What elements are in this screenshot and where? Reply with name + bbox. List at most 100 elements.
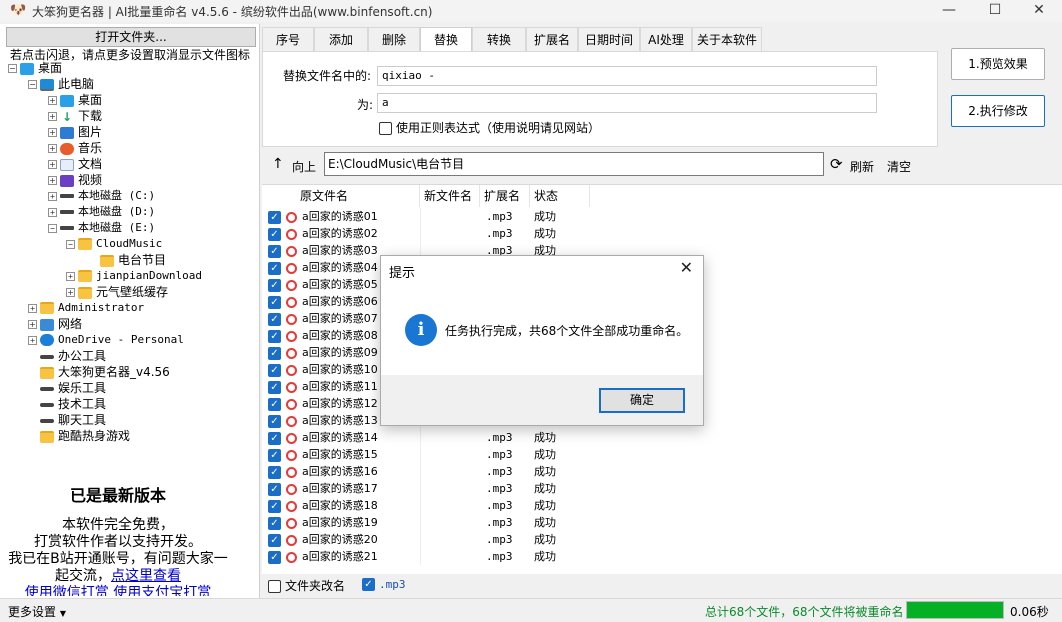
table-row[interactable]: ✓ a回家的诱惑16 .mp3 成功 <box>262 463 1062 480</box>
tree-item-pc-desktop[interactable]: + 桌面 <box>48 92 102 108</box>
tab-extension[interactable]: 扩展名 <box>526 27 578 51</box>
arrow-up-icon[interactable]: ↑ <box>272 156 284 172</box>
column-header-new[interactable]: 新文件名 <box>420 185 480 207</box>
row-checkbox[interactable]: ✓ <box>268 278 281 292</box>
column-header-status[interactable]: 状态 <box>530 185 590 207</box>
tree-item-cloudmusic[interactable]: − CloudMusic <box>66 236 162 252</box>
expand-icon[interactable]: + <box>28 303 37 313</box>
collapse-icon[interactable]: − <box>28 80 37 89</box>
expand-icon[interactable]: + <box>28 335 37 345</box>
row-checkbox[interactable]: ✓ <box>268 380 281 394</box>
maximize-button[interactable]: ☐ <box>972 0 1018 22</box>
tree-item-drive-d[interactable]: + 本地磁盘 (D:) <box>48 204 155 220</box>
ext-filter-checkbox[interactable]: ✓ <box>362 578 375 591</box>
row-checkbox[interactable]: ✓ <box>268 465 281 479</box>
ext-filter-option[interactable]: ✓ .mp3 <box>362 577 406 591</box>
replace-to-input[interactable]: a <box>377 93 877 113</box>
tree-item-renamer[interactable]: 大笨狗更名器_v4.56 <box>28 364 170 380</box>
tree-item-wallpaper[interactable]: + 元气壁纸缓存 <box>66 284 168 300</box>
expand-icon[interactable]: + <box>48 112 57 121</box>
regex-checkbox[interactable] <box>379 122 392 135</box>
clear-button[interactable]: 清空 <box>887 158 911 175</box>
table-row[interactable]: ✓ a回家的诱惑01 .mp3 成功 <box>262 208 1062 225</box>
expand-icon[interactable]: + <box>48 96 57 105</box>
table-row[interactable]: ✓ a回家的诱惑20 .mp3 成功 <box>262 531 1062 548</box>
execute-button[interactable]: 2.执行修改 <box>951 95 1045 127</box>
find-input[interactable]: qixiao - <box>377 66 877 86</box>
tree-item-drive-e[interactable]: − 本地磁盘 (E:) <box>48 220 155 236</box>
donate-links[interactable]: 使用微信打赏 使用支付宝打赏 <box>0 582 236 596</box>
row-checkbox[interactable]: ✓ <box>268 210 281 224</box>
close-button[interactable]: ✕ <box>1016 0 1062 22</box>
row-checkbox[interactable]: ✓ <box>268 312 281 326</box>
row-checkbox[interactable]: ✓ <box>268 414 281 428</box>
row-checkbox[interactable]: ✓ <box>268 227 281 241</box>
tree-item-documents[interactable]: + 文档 <box>48 156 102 172</box>
minimize-button[interactable]: — <box>926 0 972 22</box>
up-button[interactable]: 向上 <box>292 158 316 175</box>
path-input[interactable]: E:\CloudMusic\电台节目 <box>324 152 824 176</box>
refresh-icon[interactable]: ⟳ <box>830 155 843 173</box>
tab-datetime[interactable]: 日期时间 <box>578 27 640 51</box>
row-checkbox[interactable]: ✓ <box>268 244 281 258</box>
tab-replace[interactable]: 替换 <box>420 27 472 52</box>
tree-item-music[interactable]: + 音乐 <box>48 140 102 156</box>
folder-rename-option[interactable]: 文件夹改名 <box>268 577 345 594</box>
dialog-close-icon[interactable]: ✕ <box>680 258 693 277</box>
table-row[interactable]: ✓ a回家的诱惑02 .mp3 成功 <box>262 225 1062 242</box>
tree-item-downloads[interactable]: + ↓ 下载 <box>48 108 102 124</box>
row-checkbox[interactable]: ✓ <box>268 329 281 343</box>
more-settings-button[interactable]: 更多设置 ▼ <box>8 603 66 620</box>
folder-rename-checkbox[interactable] <box>268 580 281 593</box>
table-row[interactable]: ✓ a回家的诱惑14 .mp3 成功 <box>262 429 1062 446</box>
tree-item-onedrive[interactable]: + OneDrive - Personal <box>28 332 184 348</box>
table-row[interactable]: ✓ a回家的诱惑19 .mp3 成功 <box>262 514 1062 531</box>
expand-icon[interactable]: + <box>48 207 57 217</box>
tree-item-jianpian[interactable]: + jianpianDownload <box>66 268 202 284</box>
expand-icon[interactable]: + <box>48 191 57 201</box>
collapse-icon[interactable]: − <box>48 223 57 233</box>
tree-item-office[interactable]: 办公工具 <box>28 348 106 364</box>
tree-item-desktop[interactable]: − 桌面 <box>8 60 62 76</box>
ok-button[interactable]: 确定 <box>599 388 685 413</box>
expand-icon[interactable]: + <box>48 144 57 153</box>
expand-icon[interactable]: + <box>48 160 57 169</box>
tab-add[interactable]: 添加 <box>314 27 368 51</box>
expand-icon[interactable]: + <box>28 320 37 329</box>
tree-item-chat[interactable]: 聊天工具 <box>28 412 106 428</box>
regex-option[interactable]: 使用正则表达式（使用说明请见网站） <box>379 119 600 136</box>
tree-item-videos[interactable]: + 视频 <box>48 172 102 188</box>
tree-item-drive-c[interactable]: + 本地磁盘 (C:) <box>48 188 155 204</box>
tree-item-pictures[interactable]: + 图片 <box>48 124 102 140</box>
collapse-icon[interactable]: − <box>66 239 75 249</box>
row-checkbox[interactable]: ✓ <box>268 261 281 275</box>
tab-convert[interactable]: 转换 <box>472 27 526 51</box>
row-checkbox[interactable]: ✓ <box>268 295 281 309</box>
table-row[interactable]: ✓ a回家的诱惑17 .mp3 成功 <box>262 480 1062 497</box>
tree-item-this-pc[interactable]: − 此电脑 <box>28 76 94 92</box>
table-row[interactable]: ✓ a回家的诱惑15 .mp3 成功 <box>262 446 1062 463</box>
expand-icon[interactable]: + <box>48 128 57 137</box>
refresh-button[interactable]: 刷新 <box>850 158 874 175</box>
column-header-extension[interactable]: 扩展名 <box>480 185 530 207</box>
tree-item-entertainment[interactable]: 娱乐工具 <box>28 380 106 396</box>
expand-icon[interactable]: + <box>48 176 57 185</box>
tree-item-administrator[interactable]: + Administrator <box>28 300 144 316</box>
row-checkbox[interactable]: ✓ <box>268 499 281 513</box>
row-checkbox[interactable]: ✓ <box>268 533 281 547</box>
row-checkbox[interactable]: ✓ <box>268 346 281 360</box>
tree-item-network[interactable]: + 网络 <box>28 316 82 332</box>
row-checkbox[interactable]: ✓ <box>268 363 281 377</box>
row-checkbox[interactable]: ✓ <box>268 516 281 530</box>
expand-icon[interactable]: + <box>66 288 75 297</box>
tree-item-radio[interactable]: 电台节目 <box>88 252 166 268</box>
expand-icon[interactable]: + <box>66 271 75 281</box>
tab-about[interactable]: 关于本软件 <box>692 27 762 51</box>
row-checkbox[interactable]: ✓ <box>268 397 281 411</box>
tab-sequence[interactable]: 序号 <box>262 27 314 51</box>
column-header-original[interactable]: 原文件名 <box>296 185 420 207</box>
tab-delete[interactable]: 删除 <box>368 27 420 51</box>
table-row[interactable]: ✓ a回家的诱惑21 .mp3 成功 <box>262 548 1062 565</box>
tree-item-tech[interactable]: 技术工具 <box>28 396 106 412</box>
open-folder-button[interactable]: 打开文件夹... <box>6 27 256 47</box>
